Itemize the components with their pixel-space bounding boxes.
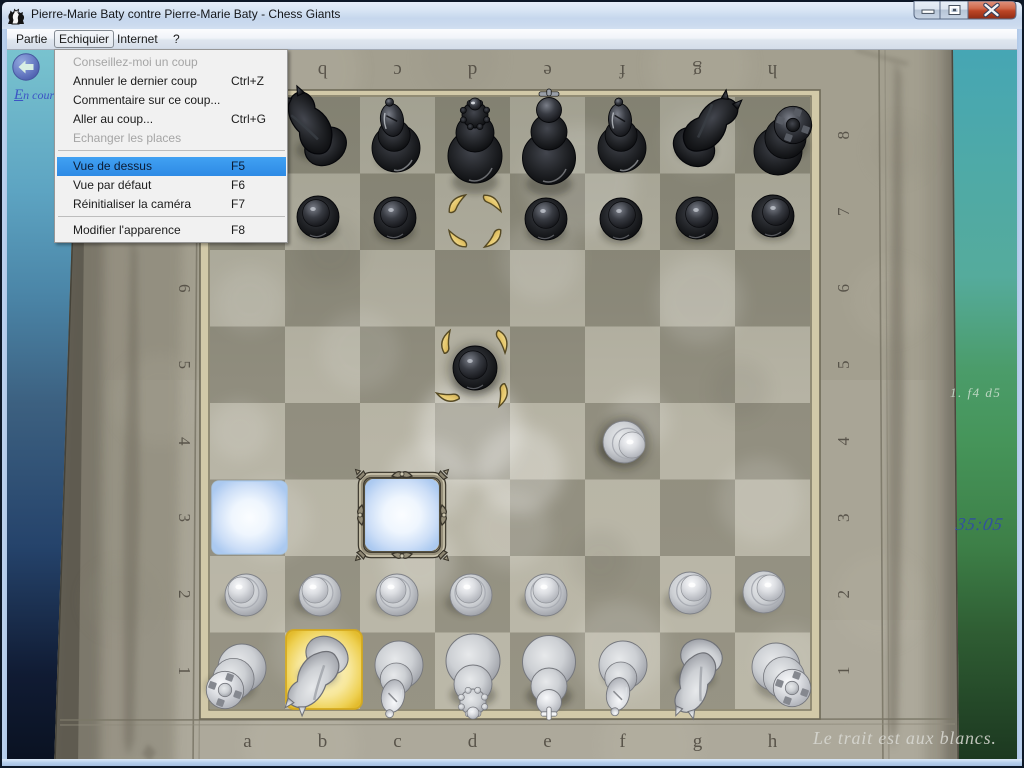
svg-text:8: 8 <box>834 131 853 140</box>
svg-text:1: 1 <box>834 667 853 676</box>
svg-text:Le trait est aux blancs.: Le trait est aux blancs. <box>812 728 997 748</box>
svg-text:h: h <box>768 731 778 752</box>
svg-text:f: f <box>619 60 626 81</box>
svg-text:2: 2 <box>175 590 194 599</box>
svg-text:3: 3 <box>834 514 853 523</box>
svg-text:4: 4 <box>834 436 853 445</box>
svg-text:h: h <box>767 60 777 81</box>
svg-text:a: a <box>243 731 252 752</box>
svg-text:5: 5 <box>834 361 853 370</box>
svg-text:1: 1 <box>175 667 194 676</box>
svg-text:g: g <box>693 731 703 752</box>
svg-text:e: e <box>543 60 551 81</box>
svg-text:4: 4 <box>175 437 194 446</box>
svg-text:6: 6 <box>175 284 194 293</box>
svg-text:3: 3 <box>175 514 194 523</box>
svg-text:g: g <box>692 60 702 81</box>
svg-text:d: d <box>467 60 477 81</box>
svg-text:1. f4 d5: 1. f4 d5 <box>950 385 1001 400</box>
svg-text:f: f <box>619 731 626 752</box>
svg-text:c: c <box>393 731 401 752</box>
svg-text:e: e <box>543 731 551 752</box>
svg-text:d: d <box>468 731 478 752</box>
svg-text:35:05: 35:05 <box>953 514 1005 534</box>
svg-text:b: b <box>318 60 328 81</box>
svg-text:c: c <box>393 60 401 81</box>
svg-text:b: b <box>318 731 328 752</box>
svg-text:5: 5 <box>175 361 194 370</box>
svg-text:7: 7 <box>834 207 853 216</box>
svg-text:2: 2 <box>834 590 853 599</box>
svg-text:6: 6 <box>834 284 853 293</box>
